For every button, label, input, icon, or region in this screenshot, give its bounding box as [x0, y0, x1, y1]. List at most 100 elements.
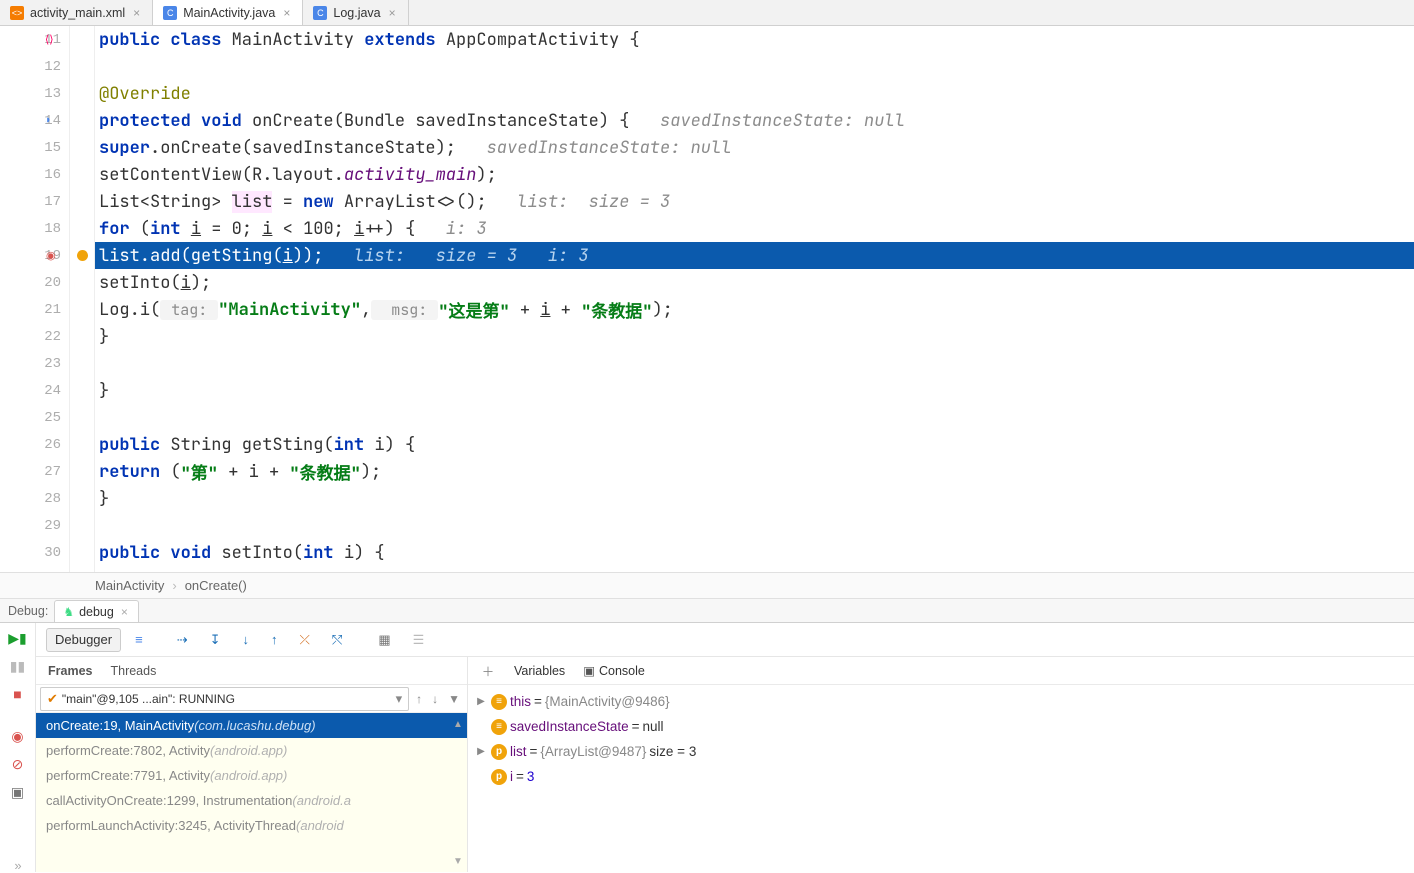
scroll-down-icon[interactable]: ▼ [451, 854, 465, 868]
pause-icon[interactable]: ▮▮ [9, 657, 27, 675]
call-stack[interactable]: onCreate:19, MainActivity (com.lucashu.d… [36, 713, 467, 872]
debugger-tab[interactable]: Debugger [46, 628, 121, 652]
code-line[interactable]: } [95, 485, 1414, 512]
code-line[interactable]: public class MainActivity extends AppCom… [95, 26, 1414, 53]
line-number[interactable]: 20 [0, 269, 69, 296]
code-area[interactable]: public class MainActivity extends AppCom… [95, 26, 1414, 572]
stack-frame[interactable]: performCreate:7791, Activity (android.ap… [36, 763, 467, 788]
prev-frame-icon[interactable]: ↑ [413, 692, 425, 706]
frames-subtab[interactable]: Frames [48, 664, 92, 678]
variables-subtab[interactable]: Variables [514, 664, 565, 678]
editor-tab-main-activity[interactable]: C MainActivity.java × [153, 0, 303, 25]
variable-row[interactable]: p i = 3 [474, 764, 1414, 789]
breadcrumb[interactable]: MainActivity › onCreate() [0, 572, 1414, 599]
line-number[interactable]: 13 [0, 80, 69, 107]
debug-config-tab[interactable]: ♞ debug × [54, 600, 139, 622]
drop-frame-icon[interactable]: ⤲ [324, 628, 350, 652]
line-number[interactable]: 21 [0, 296, 69, 323]
code-line[interactable] [95, 53, 1414, 80]
threads-subtab[interactable]: Threads [110, 664, 156, 678]
variable-row[interactable]: ▶ ≡ this = {MainActivity@9486} [474, 689, 1414, 714]
code-line[interactable]: List<String> list = new ArrayList<>(); l… [95, 188, 1414, 215]
resume-icon[interactable]: ▶▮ [9, 629, 27, 647]
editor-tab-activity-main[interactable]: <> activity_main.xml × [0, 0, 153, 25]
breadcrumb-item[interactable]: MainActivity [95, 578, 164, 593]
line-number[interactable]: 14◑ [0, 107, 69, 134]
line-number[interactable]: 30 [0, 539, 69, 566]
code-line[interactable]: setContentView(R.layout.activity_main); [95, 161, 1414, 188]
scroll-up-icon[interactable]: ▲ [451, 717, 465, 731]
add-watch-icon[interactable]: ＋ [480, 661, 496, 680]
stack-frame[interactable]: onCreate:19, MainActivity (com.lucashu.d… [36, 713, 467, 738]
code-line[interactable]: } [95, 377, 1414, 404]
code-line[interactable]: Log.i( tag: "MainActivity", msg: "这是第" +… [95, 296, 1414, 323]
breakpoint-checked-icon[interactable]: ◉ [46, 249, 56, 263]
close-icon[interactable]: × [281, 6, 292, 20]
line-number[interactable]: 12 [0, 53, 69, 80]
view-breakpoints-icon[interactable]: ◉ [9, 727, 27, 745]
more-icon[interactable]: » [0, 858, 36, 872]
editor-gutter[interactable]: 11⟨⟩ 12 13 14◑ 15 16 17 18 19◉ 20 21 22 … [0, 26, 70, 572]
force-step-into-icon[interactable]: ↑ [263, 628, 286, 652]
evaluate-expression-icon[interactable]: ▦ [370, 628, 398, 652]
stack-frame[interactable]: performLaunchActivity:3245, ActivityThre… [36, 813, 467, 838]
line-number[interactable]: 24 [0, 377, 69, 404]
threads-icon[interactable]: ≡ [127, 628, 151, 652]
filter-icon[interactable]: ▼ [445, 692, 463, 706]
console-subtab[interactable]: ▣Console [583, 663, 645, 678]
line-number[interactable]: 27 [0, 458, 69, 485]
code-line[interactable]: super.onCreate(savedInstanceState); save… [95, 134, 1414, 161]
breadcrumb-item[interactable]: onCreate() [185, 578, 247, 593]
variable-row[interactable]: ≡ savedInstanceState = null [474, 714, 1414, 739]
editor-tabbar: <> activity_main.xml × C MainActivity.ja… [0, 0, 1414, 26]
camera-icon[interactable]: ▣ [9, 783, 27, 801]
code-line[interactable]: @Override [95, 80, 1414, 107]
debugger-toolbar: Debugger ≡ ⇢ ↧ ↓ ↑ ⤫ ⤲ ▦ ☰ [36, 623, 1414, 657]
variables-tree[interactable]: ▶ ≡ this = {MainActivity@9486} ≡ savedIn… [468, 685, 1414, 872]
code-line[interactable]: for (int i = 0; i < 100; i++) { i: 3 [95, 215, 1414, 242]
step-out-icon[interactable]: ⤫ [292, 628, 318, 652]
next-frame-icon[interactable]: ↓ [429, 692, 441, 706]
close-icon[interactable]: × [387, 6, 398, 20]
line-number[interactable]: 22 [0, 323, 69, 350]
thread-selector[interactable]: ✔ "main"@9,105 ...ain": RUNNING ▾ [40, 687, 409, 711]
line-number[interactable]: 11⟨⟩ [0, 26, 69, 53]
variable-row[interactable]: ▶ p list = {ArrayList@9487} size = 3 [474, 739, 1414, 764]
code-line[interactable]: } [95, 323, 1414, 350]
line-number[interactable]: 26 [0, 431, 69, 458]
stack-frame[interactable]: callActivityOnCreate:1299, Instrumentati… [36, 788, 467, 813]
close-icon[interactable]: × [119, 605, 130, 619]
expand-icon[interactable]: ▶ [474, 746, 488, 757]
show-execution-point-icon[interactable]: ⇢ [169, 628, 196, 652]
code-line[interactable]: public String getSting(int i) { [95, 431, 1414, 458]
close-icon[interactable]: × [131, 6, 142, 20]
code-editor[interactable]: 11⟨⟩ 12 13 14◑ 15 16 17 18 19◉ 20 21 22 … [0, 26, 1414, 572]
line-number[interactable]: 19◉ [0, 242, 69, 269]
stop-icon[interactable]: ■ [9, 685, 27, 703]
stack-frame[interactable]: performCreate:7802, Activity (android.ap… [36, 738, 467, 763]
line-number[interactable]: 25 [0, 404, 69, 431]
code-line[interactable]: setInto(i); [95, 269, 1414, 296]
line-number[interactable]: 16 [0, 161, 69, 188]
step-over-icon[interactable]: ↧ [202, 628, 229, 652]
line-number[interactable]: 15 [0, 134, 69, 161]
variables-tabs: ＋ Variables ▣Console [468, 657, 1414, 685]
line-number[interactable]: 28 [0, 485, 69, 512]
step-into-icon[interactable]: ↓ [235, 628, 258, 652]
code-line[interactable] [95, 512, 1414, 539]
editor-tab-log-java[interactable]: C Log.java × [303, 0, 408, 25]
code-line[interactable] [95, 350, 1414, 377]
code-line[interactable] [95, 404, 1414, 431]
expand-icon[interactable]: ▶ [474, 696, 488, 707]
code-line[interactable]: public void setInto(int i) { [95, 539, 1414, 566]
java-file-icon: C [163, 6, 177, 20]
trace-icon[interactable]: ☰ [405, 628, 433, 652]
line-number[interactable]: 23 [0, 350, 69, 377]
code-line[interactable]: return ("第" + i + "条教据"); [95, 458, 1414, 485]
code-line-current[interactable]: list.add(getSting(i)); list: size = 3 i:… [95, 242, 1414, 269]
line-number[interactable]: 17 [0, 188, 69, 215]
code-line[interactable]: protected void onCreate(Bundle savedInst… [95, 107, 1414, 134]
mute-breakpoints-icon[interactable]: ⊘ [9, 755, 27, 773]
line-number[interactable]: 18 [0, 215, 69, 242]
line-number[interactable]: 29 [0, 512, 69, 539]
